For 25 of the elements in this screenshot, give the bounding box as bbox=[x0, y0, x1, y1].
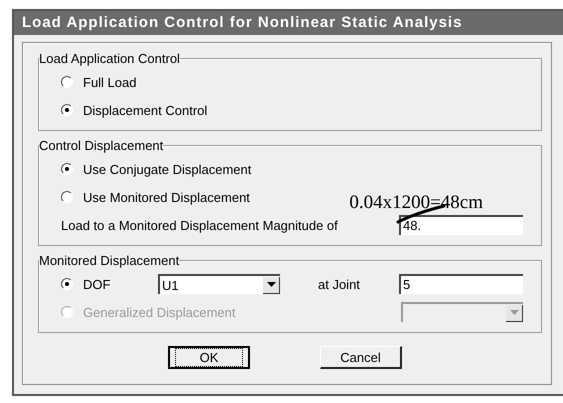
cancel-button[interactable]: Cancel bbox=[320, 346, 402, 369]
radio-label: DOF bbox=[83, 276, 110, 292]
ok-button[interactable]: OK bbox=[168, 346, 250, 369]
annotation-text: 0.04x1200=48cm bbox=[349, 192, 483, 214]
group-title: Monitored Displacement bbox=[39, 253, 180, 268]
radio-button[interactable] bbox=[61, 76, 73, 88]
caret-icon bbox=[506, 304, 523, 322]
group-title: Load Application Control bbox=[39, 51, 180, 66]
radio-button[interactable] bbox=[61, 191, 73, 203]
caret-icon bbox=[263, 276, 280, 294]
radio-option[interactable]: Full Load bbox=[61, 74, 136, 90]
field-label: Load to a Monitored Displacement Magnitude of bbox=[61, 218, 338, 232]
radio-option[interactable]: Displacement Control bbox=[61, 102, 208, 118]
input-field[interactable]: 48. bbox=[399, 215, 523, 235]
input-field[interactable]: 5 bbox=[399, 274, 523, 294]
radio-button[interactable] bbox=[61, 163, 73, 175]
field-label: at Joint bbox=[318, 276, 360, 292]
radio-label: Full Load bbox=[83, 74, 136, 90]
dropdown[interactable]: U1 bbox=[158, 274, 280, 294]
radio-button[interactable] bbox=[61, 278, 73, 290]
radio-option[interactable]: DOF bbox=[61, 276, 158, 292]
group-title: Control Displacement bbox=[39, 138, 164, 153]
radio-label: Displacement Control bbox=[83, 102, 208, 118]
radio-button[interactable] bbox=[61, 104, 73, 116]
window-title: Load Application Control for Nonlinear Static Analysis bbox=[14, 11, 563, 35]
